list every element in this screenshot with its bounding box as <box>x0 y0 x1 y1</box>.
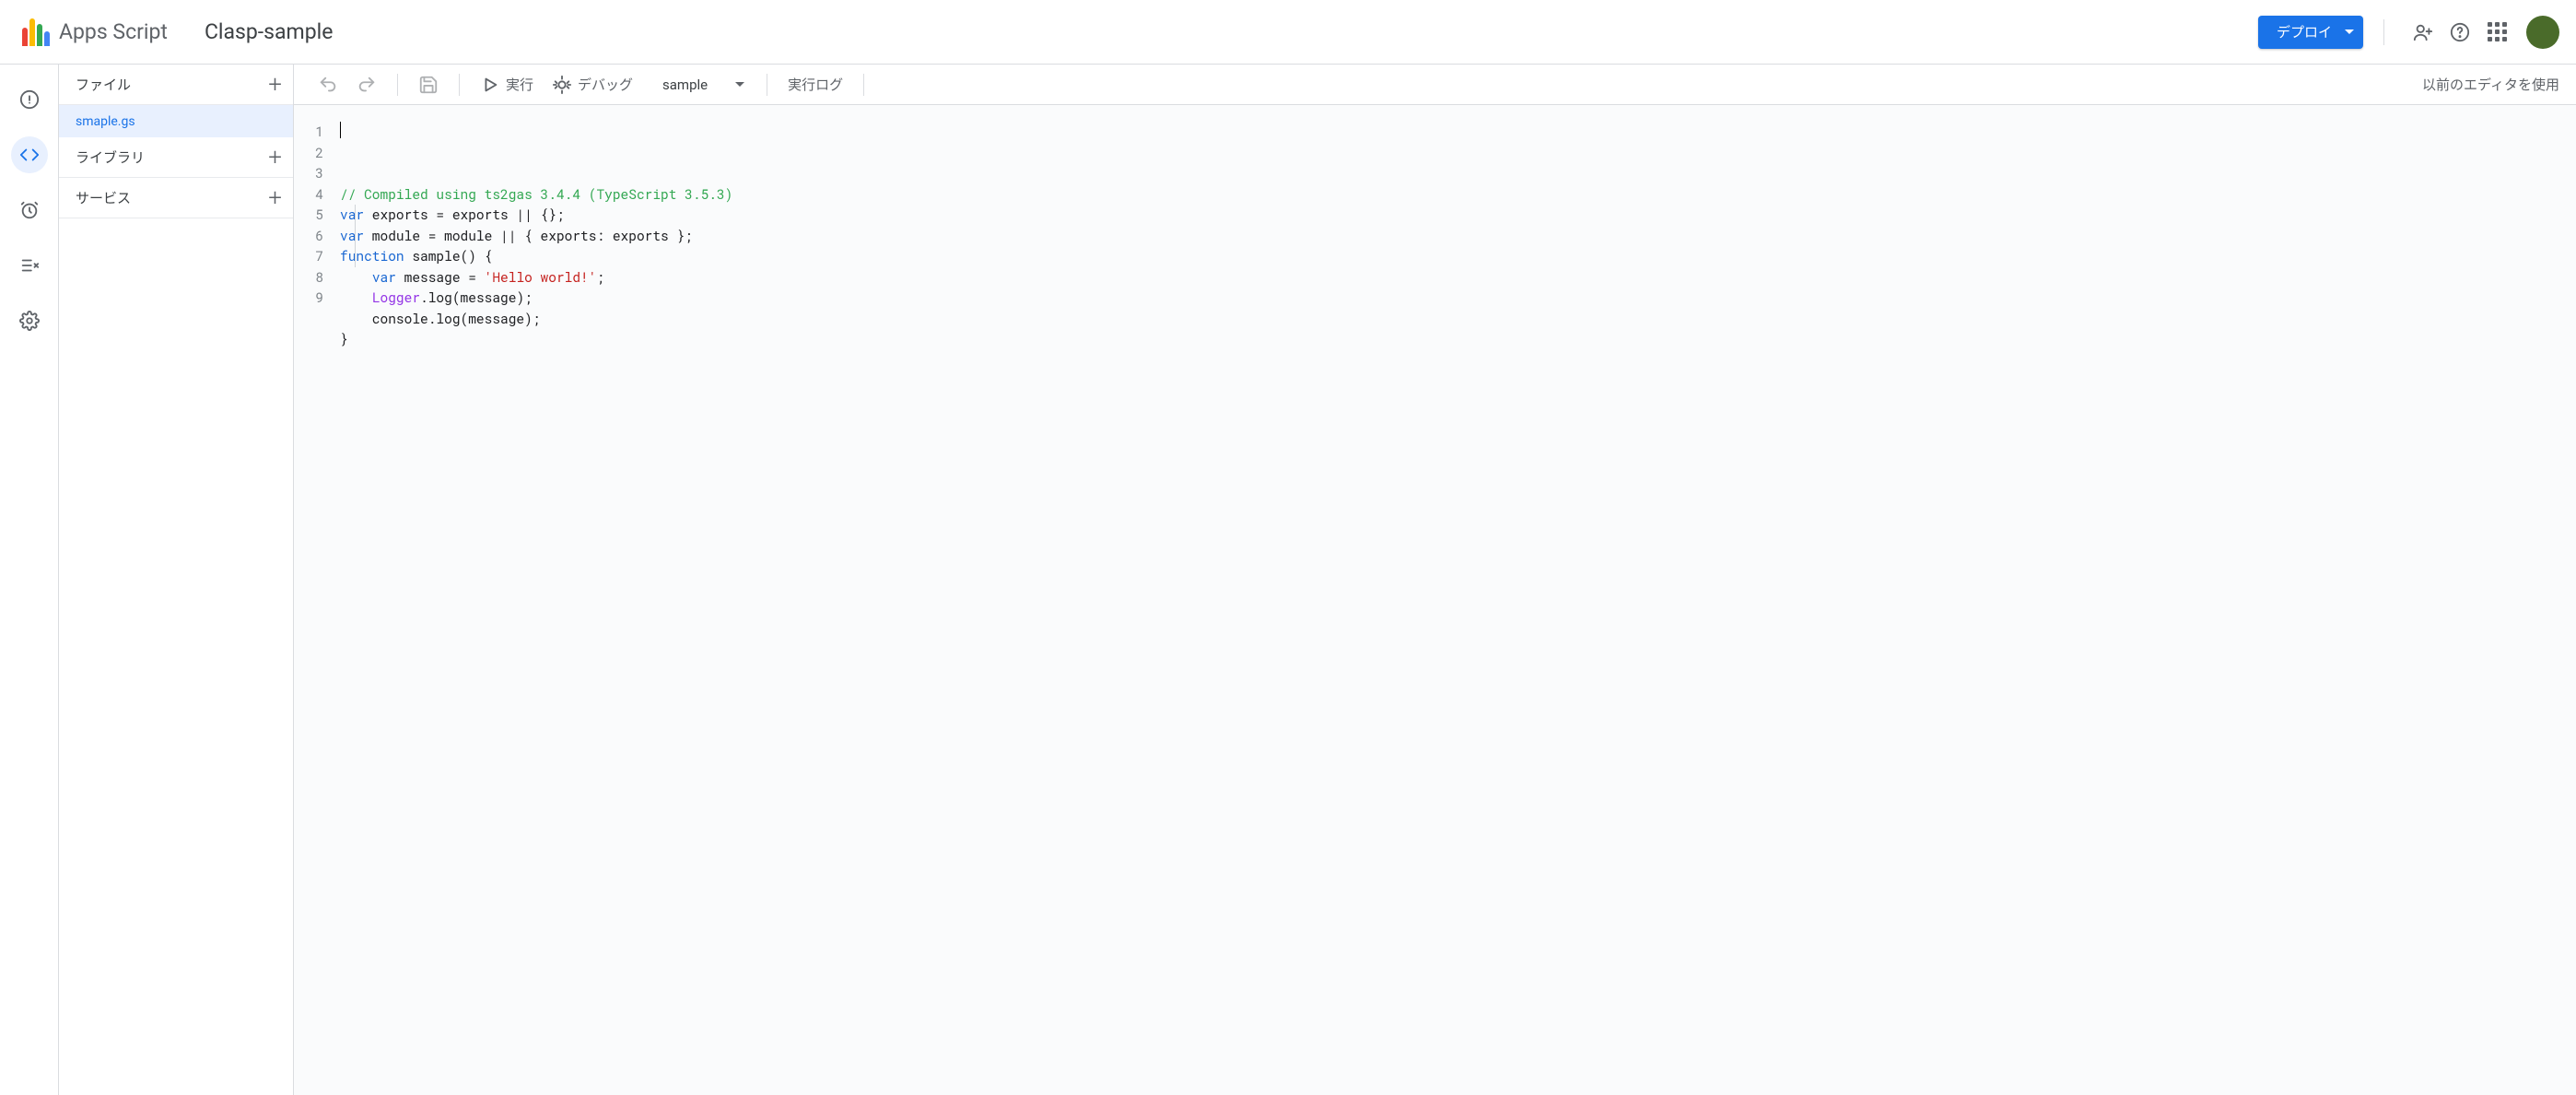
sidebar-services-label: サービス <box>76 188 131 207</box>
account-avatar[interactable] <box>2526 16 2559 49</box>
code-editor[interactable]: 123456789 // Compiled using ts2gas 3.4.4… <box>294 105 2576 1095</box>
toolbar-separator <box>863 74 864 96</box>
project-name[interactable]: Clasp-sample <box>205 19 333 44</box>
undo-button[interactable] <box>310 71 345 99</box>
file-item[interactable]: smaple.gs <box>59 105 293 137</box>
toolbar-separator <box>459 74 460 96</box>
header-separator <box>2383 19 2384 45</box>
code-line[interactable]: var module = module || { exports: export… <box>340 226 2576 247</box>
debug-button[interactable]: デバッグ <box>544 71 640 99</box>
code-line[interactable]: } <box>340 329 2576 350</box>
code-line[interactable]: console.log(message); <box>340 309 2576 330</box>
nav-rail <box>0 65 59 1095</box>
code-line[interactable]: function sample() { <box>340 246 2576 267</box>
add-library-button[interactable]: + <box>268 144 282 171</box>
dropdown-arrow-icon <box>735 82 744 87</box>
debug-label: デバッグ <box>578 75 633 94</box>
rail-executions[interactable] <box>11 247 48 284</box>
execution-log-button[interactable]: 実行ログ <box>780 71 850 98</box>
code-content[interactable]: // Compiled using ts2gas 3.4.4 (TypeScri… <box>340 122 2576 1095</box>
sidebar-section-libraries: ライブラリ + <box>59 137 293 178</box>
add-file-button[interactable]: + <box>268 71 282 99</box>
code-line[interactable]: // Compiled using ts2gas 3.4.4 (TypeScri… <box>340 184 2576 206</box>
apps-script-logo-icon <box>22 18 50 46</box>
log-label: 実行ログ <box>788 75 843 94</box>
deploy-button[interactable]: デプロイ <box>2258 16 2363 49</box>
code-line[interactable] <box>340 350 2576 371</box>
code-line[interactable]: var exports = exports || {}; <box>340 205 2576 226</box>
google-apps-icon[interactable] <box>2486 21 2508 43</box>
sidebar-section-files: ファイル + <box>59 65 293 105</box>
rail-editor[interactable] <box>11 136 48 173</box>
function-selector[interactable]: sample <box>653 73 754 97</box>
share-add-user-icon[interactable] <box>2412 21 2434 43</box>
deploy-label: デプロイ <box>2277 22 2332 41</box>
file-name: smaple.gs <box>76 114 135 129</box>
run-label: 実行 <box>506 75 533 94</box>
main-area: 実行 デバッグ sample 実行ログ 以前のエディタを使用 123456789… <box>294 65 2576 1095</box>
redo-button[interactable] <box>349 71 384 99</box>
legacy-editor-link[interactable]: 以前のエディタを使用 <box>2422 75 2559 94</box>
sidebar-section-services: サービス + <box>59 178 293 218</box>
rail-settings[interactable] <box>11 302 48 339</box>
app-header: Apps Script Clasp-sample デプロイ <box>0 0 2576 65</box>
selected-function: sample <box>662 77 708 93</box>
code-line[interactable]: var message = 'Hello world!'; <box>340 267 2576 288</box>
sidebar-files-label: ファイル <box>76 75 131 94</box>
sidebar: ファイル + smaple.gs ライブラリ + サービス + <box>59 65 294 1095</box>
line-number-gutter: 123456789 <box>294 122 340 1095</box>
product-name: Apps Script <box>59 19 168 44</box>
toolbar-separator <box>397 74 398 96</box>
run-button[interactable]: 実行 <box>473 71 541 99</box>
code-line[interactable]: Logger.log(message); <box>340 288 2576 309</box>
sidebar-libraries-label: ライブラリ <box>76 147 145 167</box>
help-icon[interactable] <box>2449 21 2471 43</box>
save-button[interactable] <box>411 71 446 99</box>
dropdown-arrow-icon <box>2345 29 2354 34</box>
rail-triggers[interactable] <box>11 192 48 229</box>
editor-toolbar: 実行 デバッグ sample 実行ログ 以前のエディタを使用 <box>294 65 2576 105</box>
rail-overview[interactable] <box>11 81 48 118</box>
text-cursor <box>340 122 341 138</box>
add-service-button[interactable]: + <box>268 184 282 212</box>
